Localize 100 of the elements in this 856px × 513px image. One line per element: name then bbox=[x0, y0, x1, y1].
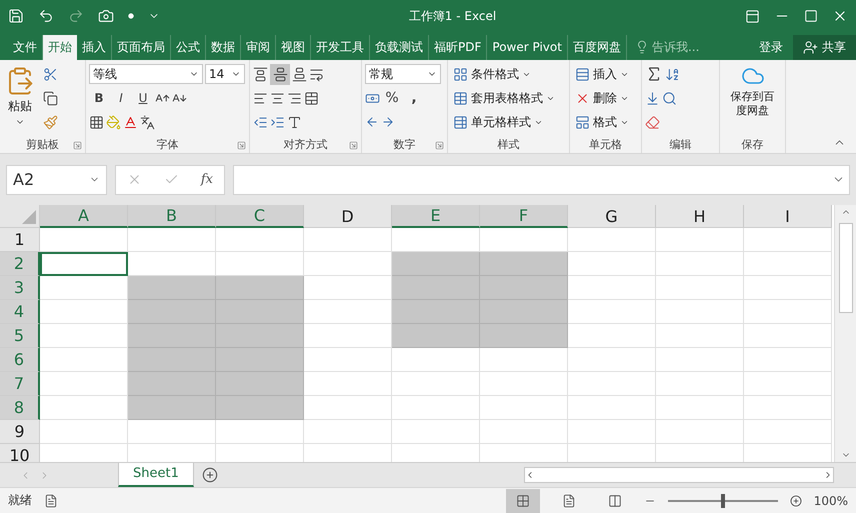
column-header[interactable]: B bbox=[128, 205, 216, 228]
grid-cell[interactable] bbox=[128, 228, 216, 252]
grid-cell[interactable] bbox=[568, 348, 656, 372]
grid-cell[interactable] bbox=[40, 276, 128, 300]
grid-cell[interactable] bbox=[744, 252, 832, 276]
grid-cell[interactable] bbox=[392, 420, 480, 444]
font-size-field[interactable]: 14 bbox=[205, 64, 245, 84]
shaded-cell[interactable] bbox=[216, 276, 304, 300]
comma-button[interactable]: , bbox=[404, 88, 424, 109]
grid-cell[interactable] bbox=[304, 228, 392, 252]
column-header[interactable]: C bbox=[216, 205, 304, 228]
grid-cell[interactable] bbox=[568, 228, 656, 252]
grid-cell[interactable] bbox=[304, 324, 392, 348]
shaded-cell[interactable] bbox=[216, 372, 304, 396]
grid-cell[interactable] bbox=[568, 252, 656, 276]
camera-icon[interactable] bbox=[98, 8, 114, 24]
wrap-text-icon[interactable] bbox=[309, 66, 324, 82]
grid-cell[interactable] bbox=[40, 228, 128, 252]
shaded-cell[interactable] bbox=[128, 372, 216, 396]
grid-cell[interactable] bbox=[656, 300, 744, 324]
grid-cell[interactable] bbox=[128, 252, 216, 276]
row-header[interactable]: 7 bbox=[0, 372, 40, 396]
shaded-cell[interactable] bbox=[480, 300, 568, 324]
grid-cell[interactable] bbox=[744, 348, 832, 372]
save-icon[interactable] bbox=[8, 8, 24, 24]
grid-cell[interactable] bbox=[304, 300, 392, 324]
zoom-percent[interactable]: 100% bbox=[814, 494, 848, 508]
borders-icon[interactable] bbox=[89, 114, 104, 130]
indent-increase-icon[interactable] bbox=[270, 114, 285, 130]
column-header[interactable]: A bbox=[40, 205, 128, 228]
dot-icon[interactable] bbox=[128, 13, 134, 20]
number-format-field[interactable]: 常规 bbox=[365, 64, 441, 84]
shaded-cell[interactable] bbox=[480, 252, 568, 276]
row-header[interactable]: 1 bbox=[0, 228, 40, 252]
paste-button[interactable]: 粘贴 bbox=[3, 64, 37, 137]
align-left-icon[interactable] bbox=[253, 90, 268, 106]
shaded-cell[interactable] bbox=[216, 324, 304, 348]
grid-cell[interactable] bbox=[568, 396, 656, 420]
bottom-align-icon[interactable] bbox=[292, 66, 307, 82]
add-sheet-icon[interactable] bbox=[202, 467, 218, 484]
styles-button[interactable]: 条件格式 bbox=[451, 64, 566, 85]
grid-cell[interactable] bbox=[744, 300, 832, 324]
grid-cell[interactable] bbox=[304, 252, 392, 276]
font-style-button[interactable]: B bbox=[89, 88, 109, 109]
grid-cell[interactable] bbox=[744, 396, 832, 420]
active-cell[interactable] bbox=[40, 252, 128, 276]
grid-cell[interactable] bbox=[40, 372, 128, 396]
indent-decrease-icon[interactable] bbox=[253, 114, 268, 130]
grid-cell[interactable] bbox=[392, 396, 480, 420]
styles-button[interactable]: 套用表格格式 bbox=[451, 88, 566, 109]
grid-cell[interactable] bbox=[392, 228, 480, 252]
redo-icon[interactable] bbox=[68, 8, 84, 24]
row-header[interactable]: 2 bbox=[0, 252, 40, 276]
merge-cells-icon[interactable] bbox=[304, 90, 319, 106]
styles-button[interactable]: 单元格样式 bbox=[451, 112, 566, 133]
save-to-cloud-button[interactable]: 保存到百度网盘 bbox=[723, 64, 782, 137]
shaded-cell[interactable] bbox=[128, 300, 216, 324]
grid-cell[interactable] bbox=[656, 372, 744, 396]
shaded-cell[interactable] bbox=[216, 300, 304, 324]
grid-cell[interactable] bbox=[128, 420, 216, 444]
column-header[interactable]: I bbox=[744, 205, 832, 228]
grid-cell[interactable] bbox=[304, 396, 392, 420]
ribbon-display-icon[interactable] bbox=[745, 8, 760, 24]
formula-input[interactable] bbox=[233, 164, 850, 195]
sheet-tab[interactable]: Sheet1 bbox=[118, 462, 194, 487]
grid-cell[interactable] bbox=[744, 228, 832, 252]
grid-cell[interactable] bbox=[480, 228, 568, 252]
cells-button[interactable]: 删除 bbox=[573, 88, 638, 109]
grid-cell[interactable] bbox=[568, 372, 656, 396]
shaded-cell[interactable] bbox=[128, 324, 216, 348]
grid-cell[interactable] bbox=[656, 348, 744, 372]
row-header[interactable]: 3 bbox=[0, 276, 40, 300]
shaded-cell[interactable] bbox=[392, 324, 480, 348]
grid-cell[interactable] bbox=[744, 420, 832, 444]
horizontal-scrollbar[interactable] bbox=[524, 467, 834, 484]
undo-icon[interactable] bbox=[38, 8, 54, 24]
row-header[interactable]: 8 bbox=[0, 396, 40, 420]
grid-cell[interactable] bbox=[304, 348, 392, 372]
font-style-button[interactable]: I bbox=[111, 88, 131, 109]
increase-decimal-icon[interactable] bbox=[365, 115, 379, 130]
launcher-icon[interactable] bbox=[73, 140, 82, 150]
column-header[interactable]: D bbox=[304, 205, 392, 228]
insert-function-button[interactable]: fx bbox=[200, 172, 213, 188]
align-right-icon[interactable] bbox=[287, 90, 302, 106]
grid-cell[interactable] bbox=[392, 348, 480, 372]
shaded-cell[interactable] bbox=[392, 300, 480, 324]
sign-in-link[interactable]: 登录 bbox=[749, 34, 793, 60]
cells-button[interactable]: 插入 bbox=[573, 64, 638, 85]
grid-cell[interactable] bbox=[568, 276, 656, 300]
font-style-button[interactable]: U bbox=[133, 88, 153, 109]
cells-button[interactable]: 格式 bbox=[573, 112, 638, 133]
grid-cell[interactable] bbox=[744, 324, 832, 348]
sort-icon[interactable] bbox=[665, 66, 680, 82]
row-header[interactable]: 4 bbox=[0, 300, 40, 324]
grid-cell[interactable] bbox=[744, 372, 832, 396]
grid-cell[interactable] bbox=[304, 276, 392, 300]
grid-cell[interactable] bbox=[744, 276, 832, 300]
phonetic-icon[interactable] bbox=[140, 114, 155, 130]
maximize-icon[interactable] bbox=[804, 9, 818, 24]
shaded-cell[interactable] bbox=[128, 396, 216, 420]
